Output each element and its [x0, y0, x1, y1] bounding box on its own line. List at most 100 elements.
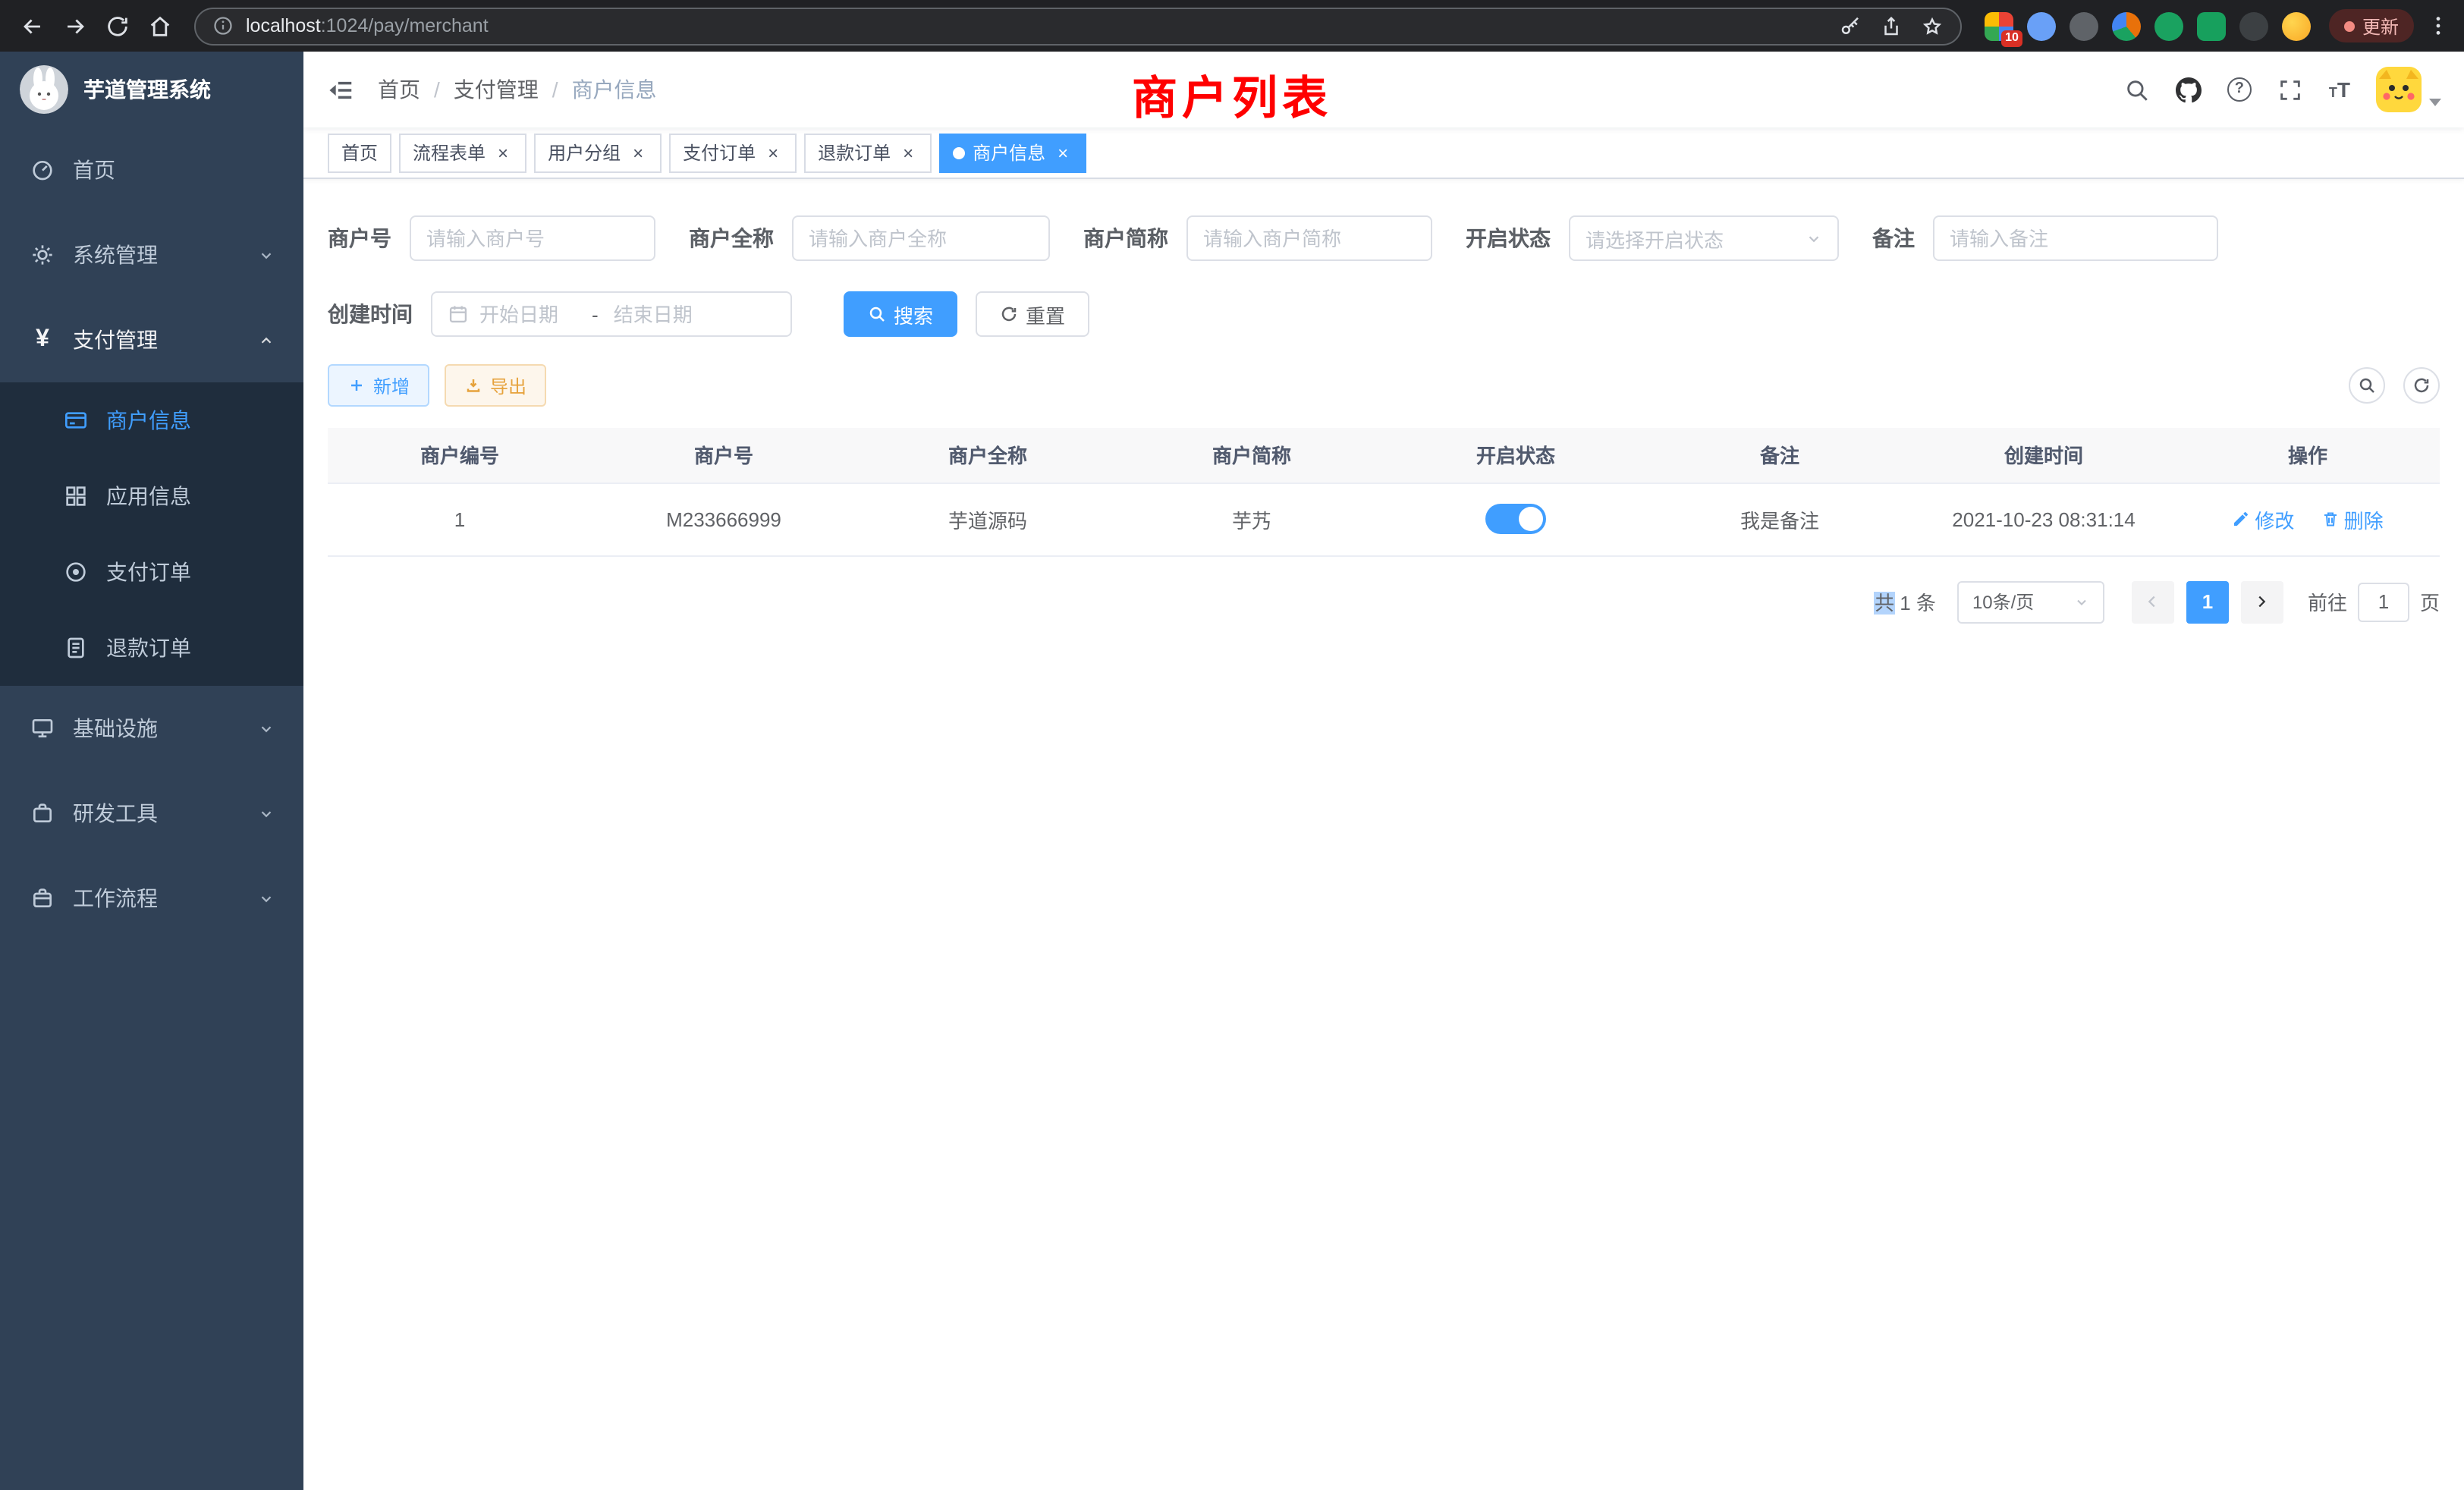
chrome-menu-icon[interactable]: [2425, 14, 2452, 38]
extension-drop-icon[interactable]: [2027, 11, 2056, 40]
extension-grid-icon[interactable]: 10: [1985, 11, 2013, 40]
edit-link[interactable]: 修改: [2232, 505, 2294, 533]
font-size-icon[interactable]: TT: [2329, 79, 2350, 100]
update-dot-icon: [2344, 20, 2355, 31]
user-avatar[interactable]: [2376, 67, 2422, 112]
breadcrumb-payment[interactable]: 支付管理: [454, 74, 539, 105]
sidebar-item-label: 研发工具: [73, 798, 158, 828]
sidebar-item-dev-tools[interactable]: 研发工具: [0, 771, 303, 856]
search-button[interactable]: 搜索: [844, 291, 957, 337]
sidebar-item-app-info[interactable]: 应用信息: [0, 458, 303, 534]
chrome-update-button[interactable]: 更新: [2329, 9, 2414, 42]
next-page-button[interactable]: [2241, 580, 2283, 623]
sidebar-menu: 首页 系统管理 ¥ 支付管理: [0, 127, 303, 941]
tab-merchant-info[interactable]: 商户信息 ×: [939, 133, 1086, 172]
merchant-no-input[interactable]: [426, 227, 639, 250]
start-date-input[interactable]: [479, 303, 577, 325]
extension-dark-icon[interactable]: [2070, 11, 2098, 40]
extension-plug-icon[interactable]: [2239, 11, 2268, 40]
end-date-input[interactable]: [614, 303, 711, 325]
remark-input[interactable]: [1950, 227, 2202, 250]
status-toggle[interactable]: [1485, 504, 1546, 534]
tab-user-group[interactable]: 用户分组 ×: [534, 133, 662, 172]
bookmark-star-icon[interactable]: [1921, 14, 1944, 37]
status-select[interactable]: 请选择开启状态: [1569, 215, 1839, 261]
toggle-search-button[interactable]: [2349, 367, 2385, 404]
page-size-select[interactable]: 10条/页: [1957, 580, 2104, 623]
password-key-icon[interactable]: [1839, 14, 1862, 37]
refresh-button[interactable]: [2403, 367, 2440, 404]
breadcrumb-home[interactable]: 首页: [378, 74, 420, 105]
table-toolbar: 新增 导出: [328, 364, 2440, 407]
date-range-picker[interactable]: -: [431, 291, 792, 337]
sidebar-item-workflow[interactable]: 工作流程: [0, 856, 303, 941]
chevron-down-icon: [258, 805, 275, 822]
close-icon[interactable]: ×: [763, 143, 783, 162]
tab-pay-order[interactable]: 支付订单 ×: [669, 133, 797, 172]
browser-chrome: localhost:1024/pay/merchant 10: [0, 0, 2464, 52]
breadcrumb-separator: /: [552, 77, 558, 102]
export-button[interactable]: 导出: [445, 364, 546, 407]
help-icon[interactable]: ?: [2227, 77, 2252, 102]
site-info-icon[interactable]: [212, 15, 234, 36]
tab-refund-order[interactable]: 退款订单 ×: [804, 133, 932, 172]
reset-button[interactable]: 重置: [976, 291, 1089, 337]
extension-green-circle-icon[interactable]: [2154, 11, 2183, 40]
extension-badge: 10: [2001, 30, 2022, 46]
sidebar-item-label: 商户信息: [106, 405, 191, 435]
cell-actions: 修改 删除: [2176, 483, 2440, 555]
cell-remark: 我是备注: [1648, 483, 1912, 555]
user-menu[interactable]: [2376, 67, 2441, 112]
close-icon[interactable]: ×: [1053, 143, 1073, 162]
browser-back-button[interactable]: [12, 6, 52, 46]
header-create-time: 创建时间: [1912, 428, 2176, 483]
close-icon[interactable]: ×: [898, 143, 918, 162]
page-1-button[interactable]: 1: [2186, 580, 2229, 623]
share-icon[interactable]: [1880, 14, 1903, 37]
delete-link[interactable]: 删除: [2321, 505, 2384, 533]
filter-merchant-short-name: 商户简称: [1083, 215, 1432, 261]
sidebar-item-label: 系统管理: [73, 240, 158, 270]
merchant-name-input[interactable]: [809, 227, 1033, 250]
app-logo[interactable]: 芋道管理系统: [0, 52, 303, 127]
url-host: localhost: [246, 15, 321, 36]
extension-notes-icon[interactable]: [2197, 11, 2226, 40]
sidebar-item-system[interactable]: 系统管理: [0, 212, 303, 297]
sidebar-item-pay-order[interactable]: 支付订单: [0, 534, 303, 610]
add-button[interactable]: 新增: [328, 364, 429, 407]
tab-process-form[interactable]: 流程表单 ×: [399, 133, 526, 172]
cell-seq: 1: [328, 483, 592, 555]
prev-page-button[interactable]: [2132, 580, 2174, 623]
chevron-down-icon: [258, 247, 275, 263]
sidebar-fold-icon[interactable]: [326, 75, 355, 104]
filter-remark: 备注: [1872, 215, 2218, 261]
filter-label: 开启状态: [1466, 223, 1551, 253]
tab-home[interactable]: 首页: [328, 133, 391, 172]
merchant-short-name-input[interactable]: [1203, 227, 1416, 250]
sidebar-item-refund-order[interactable]: 退款订单: [0, 610, 303, 686]
close-icon[interactable]: ×: [493, 143, 513, 162]
extension-face-icon[interactable]: [2282, 11, 2311, 40]
sidebar-item-payment[interactable]: ¥ 支付管理: [0, 297, 303, 382]
sidebar-item-home[interactable]: 首页: [0, 127, 303, 212]
sidebar-item-infrastructure[interactable]: 基础设施: [0, 686, 303, 771]
browser-forward-button[interactable]: [55, 6, 94, 46]
extensions-cluster: 10: [1977, 11, 2318, 40]
github-icon[interactable]: [2176, 77, 2202, 102]
sidebar-item-label: 支付订单: [106, 557, 191, 587]
sidebar-item-label: 应用信息: [106, 481, 191, 511]
address-bar[interactable]: localhost:1024/pay/merchant: [194, 7, 1962, 45]
extension-avatar-icon[interactable]: [2112, 11, 2141, 40]
sidebar-item-merchant-info[interactable]: 商户信息: [0, 382, 303, 458]
chevron-down-icon: [2074, 594, 2089, 609]
breadcrumb-separator: /: [434, 77, 440, 102]
goto-page-input[interactable]: [2358, 582, 2409, 621]
search-icon[interactable]: [2124, 77, 2150, 102]
browser-reload-button[interactable]: [97, 6, 137, 46]
browser-home-button[interactable]: [140, 6, 179, 46]
fullscreen-icon[interactable]: [2277, 77, 2303, 102]
close-icon[interactable]: ×: [628, 143, 648, 162]
breadcrumb-current: 商户信息: [572, 74, 657, 105]
app-title: 芋道管理系统: [83, 74, 211, 105]
main-area: 首页 / 支付管理 / 商户信息 ? TT: [303, 52, 2464, 1490]
